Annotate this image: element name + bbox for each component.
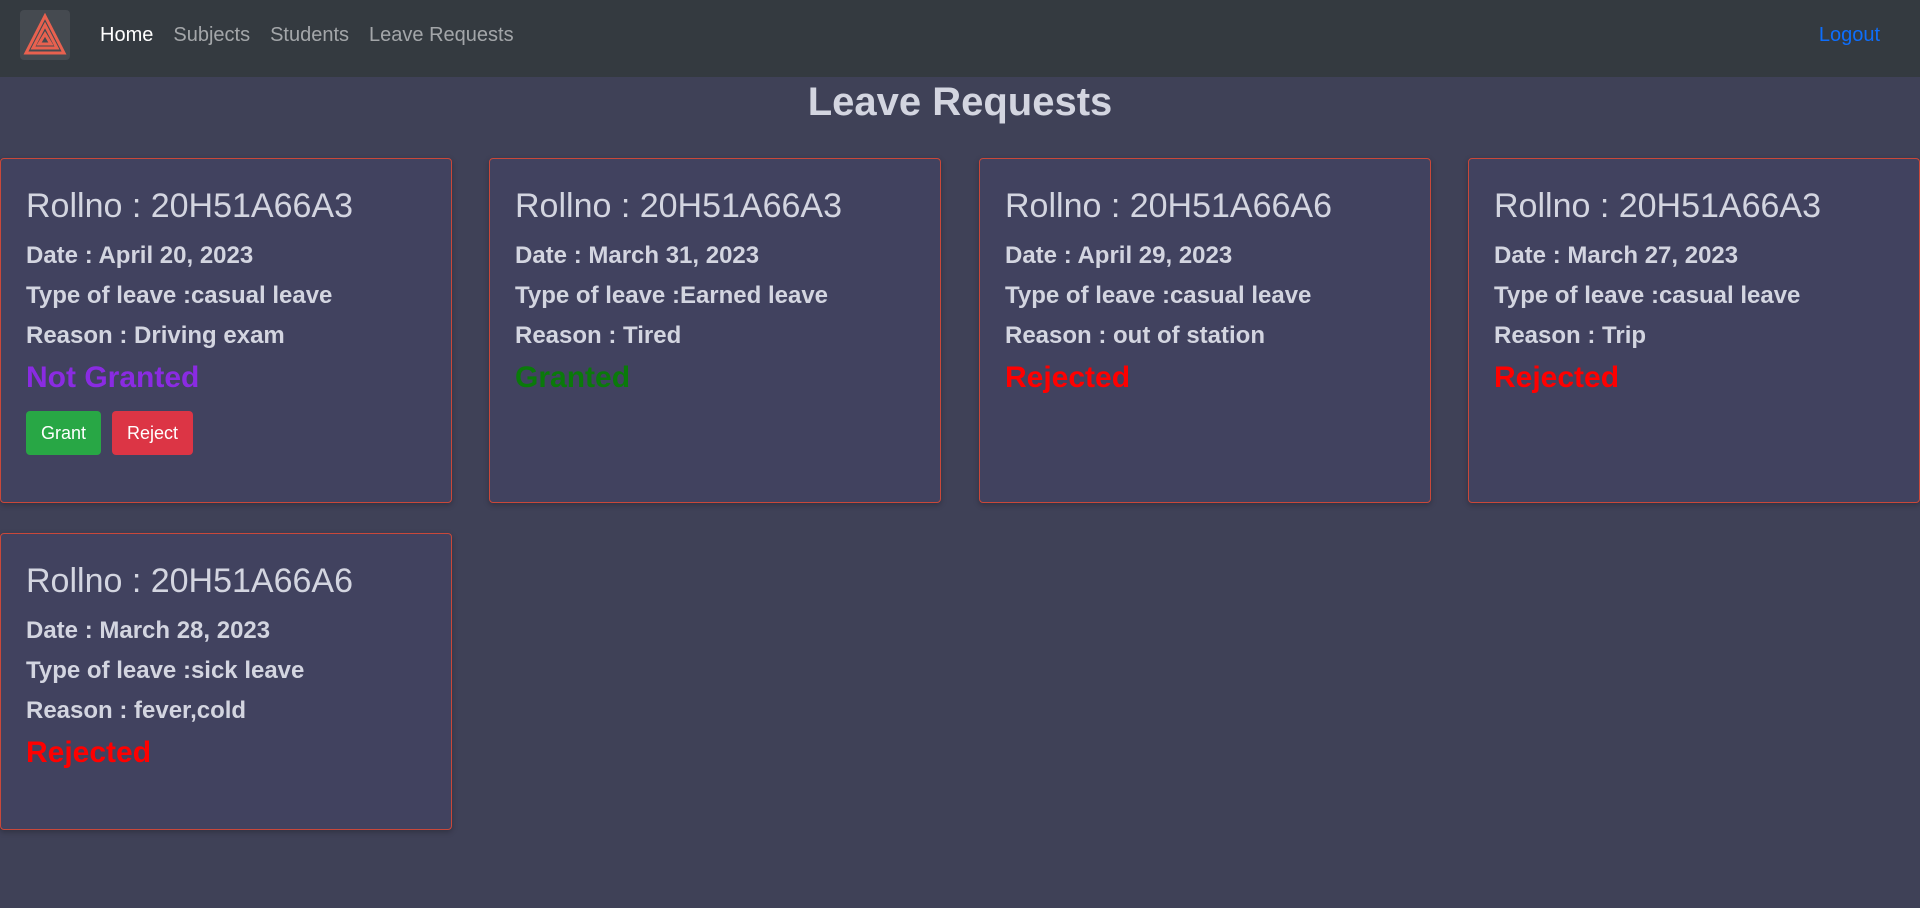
nav-link-subjects[interactable]: Subjects — [173, 24, 250, 47]
logout-link[interactable]: Logout — [1819, 24, 1880, 47]
status-text: Rejected — [26, 736, 152, 769]
status-text: Granted — [515, 361, 631, 394]
rollno-text: Rollno : 20H51A66A3 — [26, 187, 354, 225]
date-text: Date : April 20, 2023 — [26, 242, 254, 269]
reason-text: Reason : Trip — [1494, 322, 1647, 349]
grant-button[interactable]: Grant — [26, 411, 102, 455]
leave-request-card: Rollno : 20H51A66A3 Date : April 20, 202… — [0, 158, 452, 503]
date-text: Date : March 31, 2023 — [515, 242, 760, 269]
reason-text: Reason : fever,cold — [26, 697, 247, 724]
rollno-text: Rollno : 20H51A66A3 — [515, 187, 843, 225]
status-text: Rejected — [1005, 361, 1131, 394]
leave-type-text: Type of leave :Earned leave — [515, 282, 829, 309]
status-text: Not Granted — [26, 361, 200, 394]
navbar: Home Subjects Students Leave Requests Lo… — [0, 0, 1920, 77]
nav-links: Home Subjects Students Leave Requests — [100, 24, 514, 47]
rollno-text: Rollno : 20H51A66A6 — [26, 562, 354, 600]
rollno-text: Rollno : 20H51A66A3 — [1494, 187, 1822, 225]
rollno-text: Rollno : 20H51A66A6 — [1005, 187, 1333, 225]
leave-request-card: Rollno : 20H51A66A3 Date : March 27, 202… — [1468, 158, 1920, 503]
reason-text: Reason : Tired — [515, 322, 682, 349]
nav-link-students[interactable]: Students — [270, 24, 349, 47]
leave-type-text: Type of leave :casual leave — [1494, 282, 1801, 309]
brand-logo[interactable] — [20, 10, 70, 60]
date-text: Date : April 29, 2023 — [1005, 242, 1233, 269]
date-text: Date : March 27, 2023 — [1494, 242, 1739, 269]
leave-type-text: Type of leave :casual leave — [1005, 282, 1312, 309]
leave-request-card: Rollno : 20H51A66A6 Date : March 28, 202… — [0, 533, 452, 830]
status-text: Rejected — [1494, 361, 1620, 394]
leave-request-card: Rollno : 20H51A66A3 Date : March 31, 202… — [489, 158, 941, 503]
leave-type-text: Type of leave :sick leave — [26, 657, 305, 684]
reason-text: Reason : Driving exam — [26, 322, 285, 349]
reject-button[interactable]: Reject — [112, 411, 194, 455]
nav-link-leave-requests[interactable]: Leave Requests — [369, 24, 514, 47]
date-text: Date : March 28, 2023 — [26, 617, 271, 644]
reason-text: Reason : out of station — [1005, 322, 1265, 349]
leave-request-card: Rollno : 20H51A66A6 Date : April 29, 202… — [979, 158, 1431, 503]
page-title: Leave Requests — [807, 80, 1113, 124]
nav-link-home[interactable]: Home — [100, 24, 153, 47]
triangle-logo-icon — [23, 13, 67, 55]
leave-type-text: Type of leave :casual leave — [26, 282, 333, 309]
